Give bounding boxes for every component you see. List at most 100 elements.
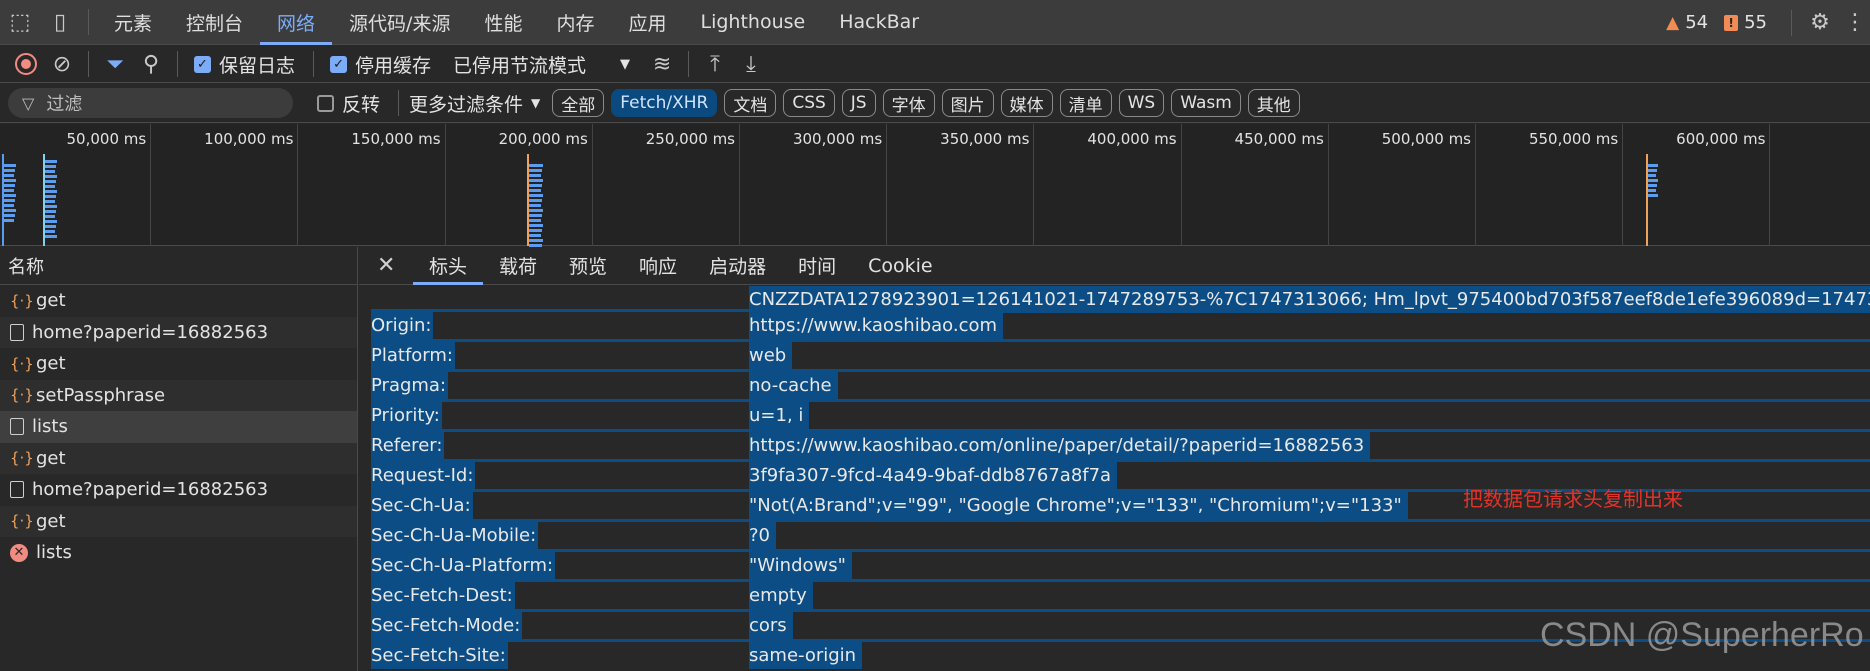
header-key[interactable]: Sec-Fetch-Dest: [371,582,515,609]
header-value[interactable]: https://www.kaoshibao.com/online/paper/d… [749,432,1371,459]
detail-tab-0[interactable]: 标头 [413,247,484,285]
detail-tab-2[interactable]: 预览 [553,247,623,285]
device-toolbar-icon[interactable]: ▯ [40,0,80,45]
filter-chip-2[interactable]: 文档 [724,89,777,117]
filter-chip-1[interactable]: Fetch/XHR [611,89,718,117]
filter-chip-9[interactable]: WS [1118,89,1165,117]
request-row[interactable]: ✕ lists [0,537,357,569]
request-name: home?paperid=16882563 [32,479,269,501]
header-value[interactable]: u=1, i [749,402,810,429]
request-detail-pane: ✕ 标头 载荷 预览 响应 启动器 时间 Cookie CNZZDATA1278923901… [359,247,1870,671]
overview-gridline [1769,124,1771,246]
request-row[interactable]: lists [0,411,357,443]
header-value[interactable]: no-cache [749,372,838,399]
header-key[interactable]: Platform: [371,342,455,369]
selection-highlight [371,459,1870,462]
filter-chip-0[interactable]: 全部 [552,89,605,117]
overview-tick-label: 200,000 ms [498,130,588,148]
tab-3[interactable]: 源代码/来源 [332,0,467,45]
name-column-header[interactable]: 名称 [0,247,357,285]
tab-1[interactable]: 控制台 [169,0,260,45]
preserve-log-checkbox[interactable]: ✓ 保留日志 [194,51,295,78]
header-value[interactable]: https://www.kaoshibao.com [749,312,1004,339]
errors-counter[interactable]: ! 55 [1724,12,1767,33]
overview-request-bar [1648,179,1658,182]
overview-request-bar [1648,194,1658,197]
filter-funnel-icon[interactable]: ⏷ [97,46,133,82]
more-filters-dropdown[interactable]: 更多过滤条件 ▼ [409,90,540,117]
close-icon[interactable]: ✕ [377,253,399,278]
filter-input[interactable]: ▽ 过滤 [8,88,293,118]
request-row[interactable]: {·} get [0,442,357,474]
detail-tab-4[interactable]: 启动器 [693,247,782,285]
overview-request-bar [2,204,14,207]
header-row: Pragma: no-cache [371,369,1870,400]
header-key[interactable]: Sec-Ch-Ua-Platform: [371,552,556,579]
warnings-counter[interactable]: ▲ 54 [1666,12,1708,33]
tab-4[interactable]: 性能 [467,0,539,45]
overview-gridline [739,124,740,246]
overview-request-bar [529,229,542,232]
upload-icon[interactable]: ⤒ [697,46,733,82]
network-overview[interactable]: 50,000 ms 100,000 ms 150,000 ms 200,000 ms 2… [0,124,1870,247]
header-value[interactable]: ?0 [749,522,777,549]
header-key[interactable]: Request-Id: [371,462,476,489]
header-row: Referer: https://www.kaoshibao.com/online… [371,429,1870,460]
throttle-select[interactable]: 已停用节流模式 ▼ [453,51,630,78]
header-value[interactable]: cors [749,612,793,639]
detail-tab-1[interactable]: 载荷 [483,247,553,285]
request-row[interactable]: {·} get [0,505,357,537]
detail-tab-6[interactable]: Cookie [852,247,949,285]
filter-chip-11[interactable]: 其他 [1247,89,1300,117]
request-row[interactable]: {·} setPassphrase [0,379,357,411]
invert-checkbox[interactable]: 反转 [317,90,380,117]
header-value[interactable]: "Not(A:Brand";v="99", "Google Chrome";v=… [749,492,1408,519]
filter-chip-5[interactable]: 字体 [882,89,935,117]
detail-tab-5[interactable]: 时间 [782,247,852,285]
network-conditions-icon[interactable]: ≋ [644,46,680,82]
overview-tick-label: 450,000 ms [1234,130,1324,148]
header-value[interactable]: 3f9fa307-9fcd-4a49-9baf-ddb8767a8f7a [749,462,1118,489]
gear-icon[interactable]: ⚙ [1800,0,1840,45]
disable-cache-checkbox[interactable]: ✓ 停用缓存 [330,51,431,78]
header-key[interactable]: Sec-Fetch-Mode: [371,612,523,639]
header-key[interactable]: Priority: [371,402,442,429]
request-row[interactable]: home?paperid=16882563 [0,316,357,348]
header-key[interactable]: Origin: [371,312,434,339]
header-key[interactable]: Sec-Ch-Ua: [371,492,473,519]
request-row[interactable]: {·} get [0,348,357,380]
header-value[interactable]: "Windows" [749,552,852,579]
inspect-element-icon[interactable]: ⬚ [0,0,40,45]
header-value[interactable]: empty [749,582,813,609]
header-value[interactable]: same-origin [749,642,863,669]
header-key[interactable]: Referer: [371,432,445,459]
header-key[interactable]: Sec-Fetch-Site: [371,642,508,669]
more-menu-icon[interactable]: ⋮ [1840,0,1870,45]
filter-chip-7[interactable]: 媒体 [1000,89,1053,117]
tab-5[interactable]: 内存 [539,0,611,45]
filter-chip-10[interactable]: Wasm [1171,89,1241,117]
request-row[interactable]: {·} get [0,285,357,317]
tab-6[interactable]: 应用 [611,0,683,45]
request-row[interactable]: home?paperid=16882563 [0,474,357,506]
filter-chip-8[interactable]: 清单 [1059,89,1112,117]
header-key[interactable]: Pragma: [371,372,449,399]
record-button[interactable] [8,46,44,82]
detail-tab-3[interactable]: 响应 [623,247,693,285]
tab-2[interactable]: 网络 [260,0,333,45]
tab-7[interactable]: Lighthouse [684,0,823,45]
download-icon[interactable]: ⤓ [733,46,769,82]
clear-icon[interactable]: ⊘ [44,46,80,82]
tab-8[interactable]: HackBar [822,0,936,45]
filter-chip-6[interactable]: 图片 [941,89,994,117]
tab-0[interactable]: 元素 [97,0,169,45]
filter-chip-4[interactable]: JS [841,89,876,117]
search-icon[interactable]: ⚲ [133,46,169,82]
overview-tick-label: 150,000 ms [351,130,441,148]
request-list: 名称 {·} get home?paperid=16882563 {·} get {·} s… [0,247,358,671]
filter-chip-3[interactable]: CSS [783,89,835,117]
header-value[interactable]: web [749,342,793,369]
overview-request-bar [2,169,15,172]
header-key[interactable]: Sec-Ch-Ua-Mobile: [371,522,539,549]
overview-tick-label: 50,000 ms [66,130,147,148]
